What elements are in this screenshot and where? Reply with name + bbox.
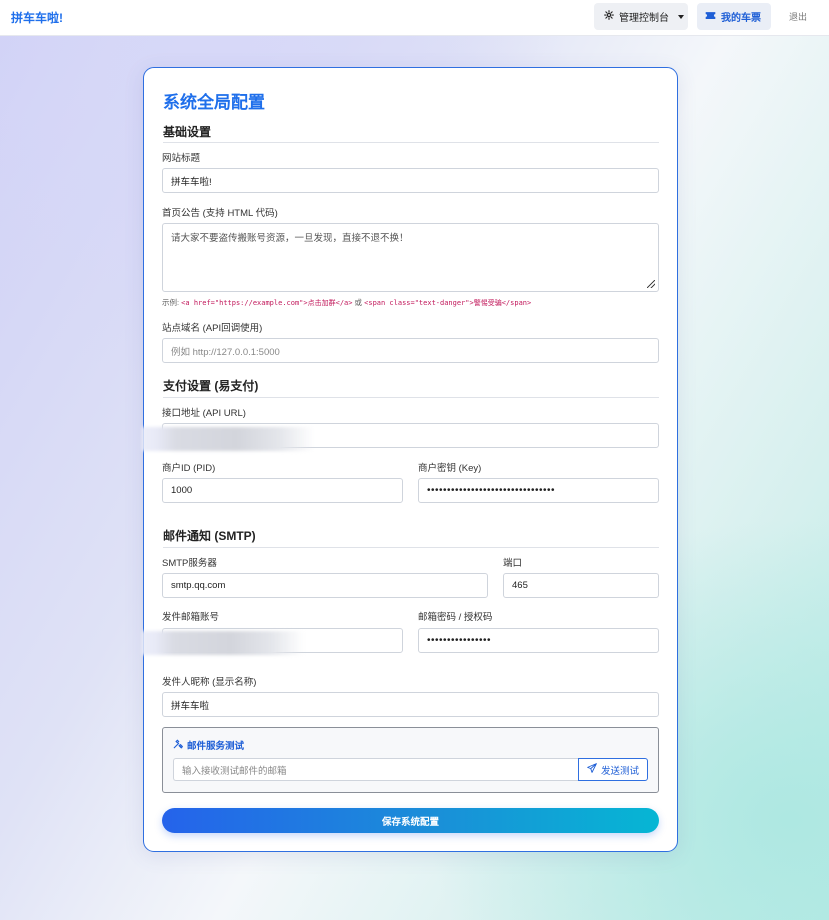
config-card: 系统全局配置 基础设置 网站标题 拼车车啦! 首页公告 (支持 HTML 代码)… xyxy=(142,67,678,852)
basic-section-title: 基础设置 xyxy=(163,125,212,139)
html-example-hint: 示例: <a href="https://example.com">点击加群</… xyxy=(162,297,531,308)
port-label: 端口 xyxy=(503,558,523,569)
save-config-button[interactable]: 保存系统配置 xyxy=(162,808,659,833)
port-input[interactable]: 465 xyxy=(503,573,659,598)
mail-test-title-text: 邮件服务测试 xyxy=(187,741,245,752)
pid-input[interactable]: 1000 xyxy=(162,478,403,503)
logout-link[interactable]: 退出 xyxy=(780,3,816,30)
announcement-label: 首页公告 (支持 HTML 代码) xyxy=(162,208,278,219)
domain-label: 站点域名 (API回调使用) xyxy=(162,323,263,334)
send-test-label: 发送测试 xyxy=(600,765,639,777)
page-title: 系统全局配置 xyxy=(163,93,265,112)
redacted-email-account xyxy=(142,631,304,655)
tools-icon xyxy=(173,738,184,752)
api-url-label: 接口地址 (API URL) xyxy=(162,408,246,419)
brand-logo-text[interactable]: 拼车车啦! xyxy=(11,9,63,26)
section-divider xyxy=(163,142,659,143)
redacted-api-url xyxy=(142,427,314,451)
merchant-key-label: 商户密钥 (Key) xyxy=(418,463,482,474)
merchant-key-input[interactable]: •••••••••••••••••••••••••••••••• xyxy=(418,478,659,503)
admin-console-label: 管理控制台 xyxy=(619,13,669,24)
my-tickets-label: 我的车票 xyxy=(721,13,761,24)
payment-section-title: 支付设置 (易支付) xyxy=(163,379,259,393)
example-code-span: <span class="text-danger">警惕受骗</span> xyxy=(364,299,532,307)
ticket-icon xyxy=(705,11,716,23)
section-divider xyxy=(163,547,659,548)
site-title-label: 网站标题 xyxy=(162,153,201,164)
smtp-server-input[interactable]: smtp.qq.com xyxy=(162,573,488,598)
mail-password-input[interactable]: •••••••••••••••• xyxy=(418,628,659,653)
section-divider xyxy=(163,397,659,398)
domain-input[interactable]: 例如 http://127.0.0.1:5000 xyxy=(162,338,659,363)
send-icon xyxy=(587,763,597,776)
example-prefix: 示例: xyxy=(162,298,182,307)
site-title-input[interactable]: 拼车车啦! xyxy=(162,168,659,193)
top-navbar: 拼车车啦! 管理控制台 我的车票 退出 xyxy=(0,0,829,36)
mail-test-panel: 邮件服务测试 输入接收测试邮件的邮箱 发送测试 xyxy=(162,727,659,793)
gear-icon xyxy=(604,10,614,23)
admin-console-dropdown[interactable]: 管理控制台 xyxy=(594,3,688,30)
mail-test-title: 邮件服务测试 xyxy=(173,738,244,752)
mail-section-title: 邮件通知 (SMTP) xyxy=(163,529,256,543)
sender-name-input[interactable]: 拼车车啦 xyxy=(162,692,659,717)
sender-account-label: 发件邮箱账号 xyxy=(162,612,220,623)
resize-handle-icon[interactable] xyxy=(647,280,655,288)
announcement-textarea[interactable]: 请大家不要盗传搬账号资源，一旦发现，直接不退不换！ xyxy=(162,223,659,292)
mail-password-label: 邮箱密码 / 授权码 xyxy=(418,612,493,623)
send-test-button[interactable]: 发送测试 xyxy=(578,758,648,781)
announcement-text: 请大家不要盗传搬账号资源，一旦发现，直接不退不换！ xyxy=(171,233,409,244)
test-email-input[interactable]: 输入接收测试邮件的邮箱 xyxy=(173,758,578,781)
sender-name-label: 发件人昵称 (显示名称) xyxy=(162,677,257,688)
smtp-server-label: SMTP服务器 xyxy=(162,558,217,569)
example-or: 或 xyxy=(352,298,365,307)
example-code-link: <a href="https://example.com">点击加群</a> xyxy=(181,299,353,307)
pid-label: 商户ID (PID) xyxy=(162,463,216,474)
chevron-down-icon xyxy=(678,14,684,19)
my-tickets-button[interactable]: 我的车票 xyxy=(697,3,771,30)
